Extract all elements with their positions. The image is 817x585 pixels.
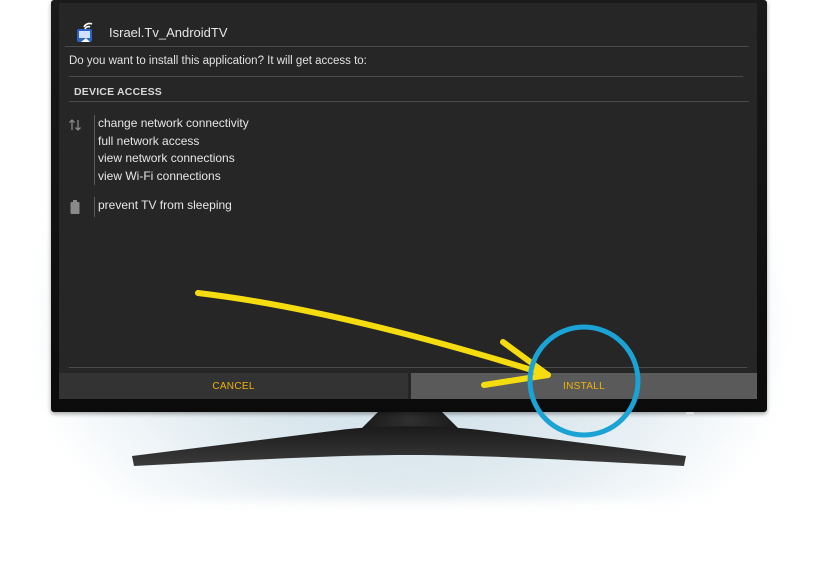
permission-list-network: change network connectivity full network… <box>98 115 249 185</box>
section-divider <box>69 101 749 102</box>
install-dialog: Israel.Tv_AndroidTV Do you want to insta… <box>59 3 757 399</box>
permission-list-battery: prevent TV from sleeping <box>98 197 232 215</box>
app-name: Israel.Tv_AndroidTV <box>109 25 228 40</box>
dialog-header: Israel.Tv_AndroidTV <box>59 21 757 49</box>
permission-item: view network connections <box>98 151 235 166</box>
battery-icon <box>70 200 80 214</box>
permission-item: full network access <box>98 133 200 148</box>
permission-item: view Wi-Fi connections <box>98 168 221 183</box>
permission-group-network: change network connectivity full network… <box>67 115 467 187</box>
permission-item: prevent TV from sleeping <box>98 198 232 212</box>
tv-power-led <box>686 412 694 415</box>
prompt-divider <box>69 76 743 77</box>
permission-group-bar <box>94 197 95 217</box>
network-arrows-icon <box>69 119 81 131</box>
permission-group-battery: prevent TV from sleeping <box>67 197 467 217</box>
button-divider <box>69 367 747 368</box>
app-icon <box>77 22 93 42</box>
permission-group-bar <box>94 115 95 185</box>
section-header: DEVICE ACCESS <box>74 86 162 98</box>
install-prompt: Do you want to install this application?… <box>69 55 367 67</box>
permission-item: change network connectivity <box>98 116 249 130</box>
header-divider <box>65 46 749 47</box>
cancel-button[interactable]: CANCEL <box>59 373 408 399</box>
install-button[interactable]: INSTALL <box>411 373 757 399</box>
dialog-buttons: CANCEL INSTALL <box>59 369 757 399</box>
